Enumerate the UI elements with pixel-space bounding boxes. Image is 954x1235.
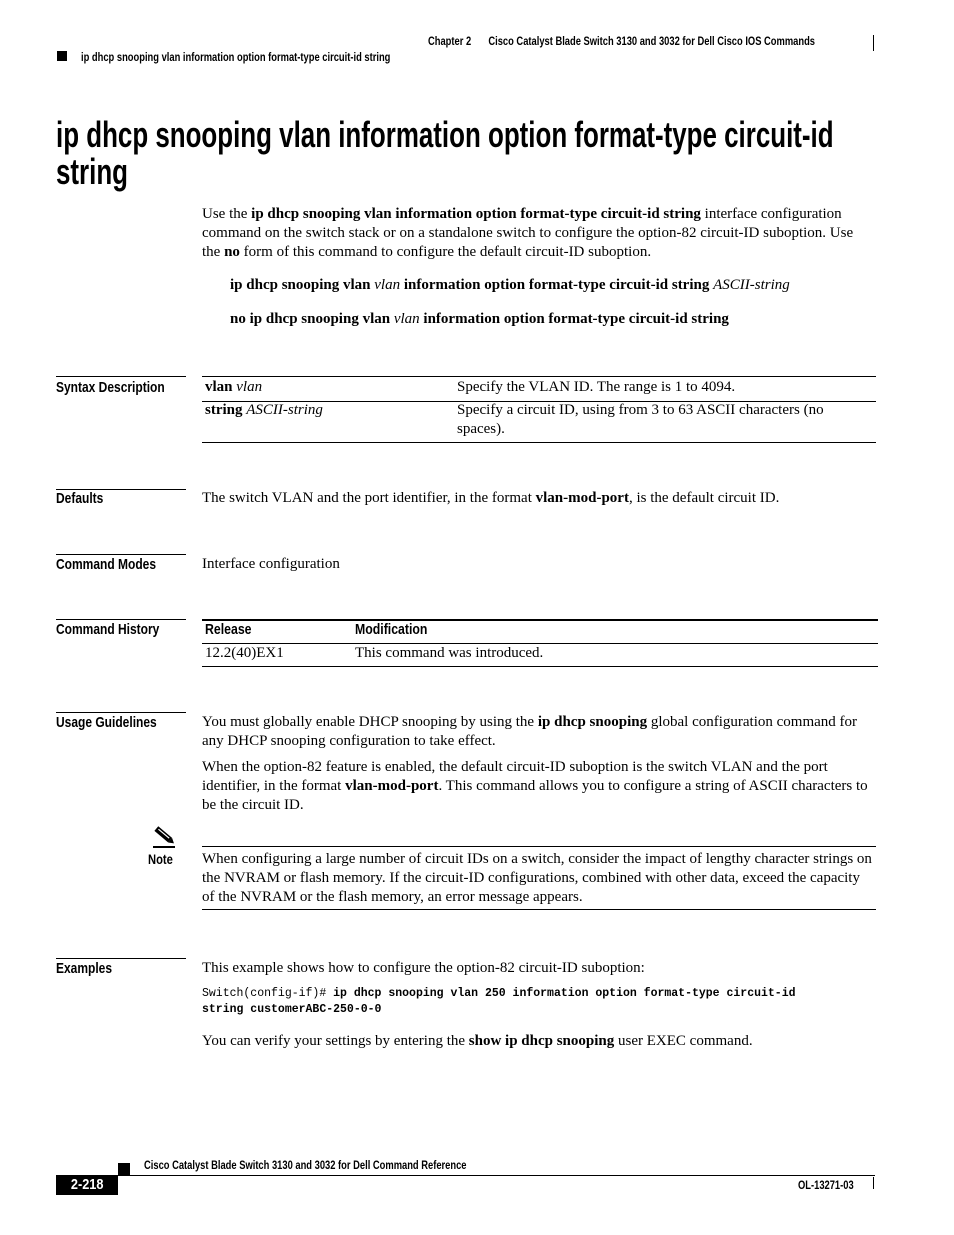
note-rule: [202, 909, 876, 910]
examples-verify: You can verify your settings by entering…: [202, 1033, 753, 1049]
footer-marker: [118, 1163, 130, 1175]
section-rule: [56, 712, 186, 713]
section-command-history: Command History: [56, 621, 160, 638]
note-text: When configuring a large number of circu…: [202, 851, 872, 905]
section-rule: [56, 376, 186, 377]
history-modification: This command was introduced.: [355, 645, 544, 661]
footer-doc-id: OL-13271-03: [798, 1178, 854, 1192]
footer-book-title: Cisco Catalyst Blade Switch 3130 and 303…: [144, 1158, 467, 1172]
note-label: Note: [148, 851, 173, 867]
running-title: ip dhcp snooping vlan information option…: [81, 50, 391, 64]
history-header-modification: Modification: [355, 621, 428, 638]
cli-prompt: Switch(config-if)#: [202, 987, 334, 1000]
table-rule: [202, 666, 878, 667]
table-rule: [202, 376, 876, 377]
history-header-release: Release: [205, 621, 252, 638]
footer-rule: [118, 1175, 875, 1176]
syntax-row-description: Specify the VLAN ID. The range is 1 to 4…: [457, 379, 736, 395]
book-section-label: Cisco Catalyst Blade Switch 3130 and 303…: [488, 34, 816, 48]
command-name: ip dhcp snooping vlan information option…: [251, 206, 701, 222]
syntax-row-keyword: string ASCII-string: [205, 402, 323, 418]
header-chapter: Chapter 2 Cisco Catalyst Blade Switch 313…: [428, 34, 815, 48]
cli-command: ip dhcp snooping vlan 250 information op…: [333, 987, 796, 1000]
footer-divider: [873, 1177, 874, 1189]
table-rule: [202, 619, 878, 621]
intro-paragraph: Use the ip dhcp snooping vlan informatio…: [202, 206, 854, 260]
table-rule: [202, 442, 876, 443]
usage-paragraph: When the option-82 feature is enabled, t…: [202, 759, 868, 813]
cli-command: string customerABC-250-0-0: [202, 1003, 382, 1016]
examples-intro: This example shows how to configure the …: [202, 960, 645, 976]
section-rule: [56, 958, 186, 959]
section-command-modes: Command Modes: [56, 556, 157, 573]
page-number: 2-218: [56, 1175, 118, 1195]
section-syntax-description: Syntax Description: [56, 379, 165, 396]
section-usage-guidelines: Usage Guidelines: [56, 714, 157, 731]
no-keyword: no: [224, 244, 240, 260]
syntax-row-description: Specify a circuit ID, using from 3 to 63…: [457, 402, 824, 437]
section-examples: Examples: [56, 960, 113, 977]
section-rule: [56, 554, 186, 555]
code-example: Switch(config-if)# ip dhcp snooping vlan…: [202, 986, 796, 1018]
note-rule: [202, 846, 876, 847]
header-divider: [873, 35, 874, 51]
section-rule: [56, 619, 186, 620]
command-modes-text: Interface configuration: [202, 556, 340, 572]
defaults-text: The switch VLAN and the port identifier,…: [202, 490, 780, 506]
section-defaults: Defaults: [56, 490, 104, 507]
history-release: 12.2(40)EX1: [205, 645, 284, 661]
usage-paragraph: You must globally enable DHCP snooping b…: [202, 714, 858, 749]
pencil-icon: [150, 824, 178, 848]
syntax-no-line: no ip dhcp snooping vlan vlan informatio…: [230, 311, 729, 327]
page-title: ip dhcp snooping vlan information option…: [56, 114, 834, 192]
syntax-row-keyword: vlan vlan: [205, 379, 263, 395]
header-marker: [57, 51, 67, 61]
syntax-line: ip dhcp snooping vlan vlan information o…: [230, 277, 790, 293]
chapter-label: Chapter 2: [428, 34, 472, 48]
